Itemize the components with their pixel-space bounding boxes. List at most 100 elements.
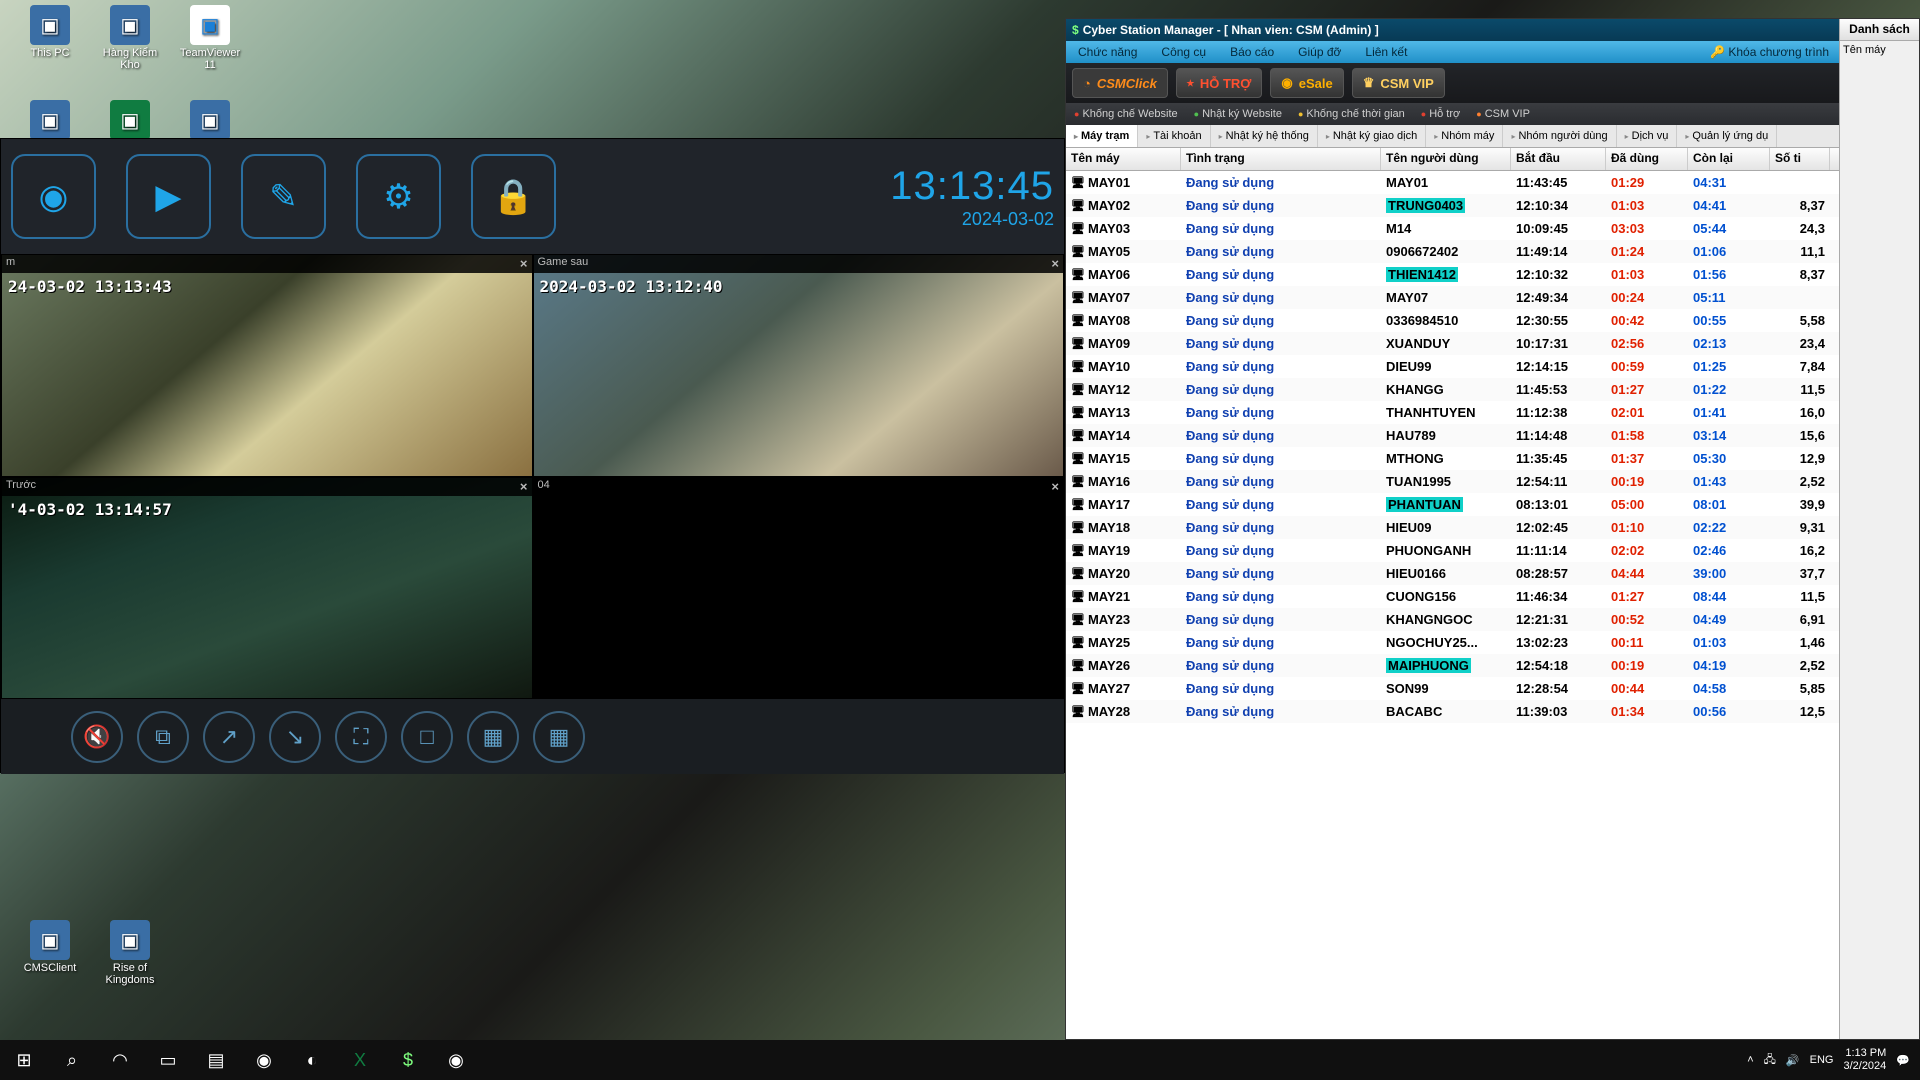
- start-button[interactable]: ⊞: [0, 1040, 48, 1080]
- table-row[interactable]: MAY05Đang sử dụng090667240211:49:1401:24…: [1066, 240, 1839, 263]
- table-row[interactable]: MAY16Đang sử dụngTUAN199512:54:1100:1901…: [1066, 470, 1839, 493]
- edit-icon[interactable]: ✎: [241, 154, 326, 239]
- table-row[interactable]: MAY26Đang sử dụngMAIPHUONG12:54:1800:190…: [1066, 654, 1839, 677]
- table-body[interactable]: MAY01Đang sử dụngMAY0111:43:4501:2904:31…: [1066, 171, 1839, 1039]
- taskview-icon[interactable]: ▭: [144, 1040, 192, 1080]
- table-row[interactable]: MAY18Đang sử dụngHIEU0912:02:4501:1002:2…: [1066, 516, 1839, 539]
- gear-icon[interactable]: ⚙: [356, 154, 441, 239]
- camera-feed-2[interactable]: Game sau×2024-03-02 13:12:40: [533, 254, 1065, 477]
- table-row[interactable]: MAY06Đang sử dụngTHIEN141212:10:3201:030…: [1066, 263, 1839, 286]
- table-row[interactable]: MAY07Đang sử dụngMAY0712:49:3400:2405:11: [1066, 286, 1839, 309]
- menu-item[interactable]: Chức năng: [1066, 45, 1149, 59]
- excel-icon[interactable]: X: [336, 1040, 384, 1080]
- menu-item[interactable]: Giúp đỡ: [1286, 45, 1353, 59]
- volume-icon[interactable]: 🔊: [1786, 1054, 1800, 1067]
- system-tray[interactable]: ˄ 🖧 🔊 ENG 1:13 PM3/2/2024 💬: [1747, 1047, 1920, 1073]
- single-view-icon[interactable]: □: [401, 711, 453, 763]
- network-icon[interactable]: 🖧: [1764, 1051, 1776, 1070]
- csm-taskbar-icon[interactable]: $: [384, 1040, 432, 1080]
- desktop-icon[interactable]: ▣CMSClient: [14, 920, 86, 974]
- browser-icon[interactable]: ◐: [288, 1040, 336, 1080]
- camera-feed-4[interactable]: 04×: [533, 477, 1065, 700]
- grid4-icon[interactable]: ▦: [467, 711, 519, 763]
- column-header[interactable]: Đã dùng: [1606, 148, 1688, 170]
- table-row[interactable]: MAY27Đang sử dụngSON9912:28:5400:4404:58…: [1066, 677, 1839, 700]
- close-icon[interactable]: ×: [1051, 479, 1059, 495]
- subtoolbar-item[interactable]: Hỗ trợ: [1413, 108, 1469, 120]
- table-row[interactable]: MAY14Đang sử dụngHAU78911:14:4801:5803:1…: [1066, 424, 1839, 447]
- play-icon[interactable]: ▶: [126, 154, 211, 239]
- subtoolbar-item[interactable]: Nhật ký Website: [1186, 108, 1290, 120]
- subtoolbar-item[interactable]: CSM VIP: [1468, 108, 1538, 120]
- tray-chevron-icon[interactable]: ˄: [1747, 1054, 1753, 1066]
- notifications-icon[interactable]: 💬: [1896, 1054, 1910, 1067]
- tab-0[interactable]: Máy trạm: [1066, 125, 1138, 148]
- close-icon[interactable]: ×: [1051, 256, 1059, 272]
- taskbar-clock[interactable]: 1:13 PM3/2/2024: [1843, 1047, 1886, 1073]
- table-row[interactable]: MAY15Đang sử dụngMTHONG11:35:4501:3705:3…: [1066, 447, 1839, 470]
- language-indicator[interactable]: ENG: [1810, 1054, 1834, 1066]
- search-icon[interactable]: ⌕: [48, 1040, 96, 1080]
- subtoolbar-item[interactable]: Khống chế Website: [1066, 108, 1186, 120]
- table-row[interactable]: MAY09Đang sử dụngXUANDUY10:17:3102:5602:…: [1066, 332, 1839, 355]
- table-row[interactable]: MAY10Đang sử dụngDIEU9912:14:1500:5901:2…: [1066, 355, 1839, 378]
- film-reel-icon[interactable]: ◉: [11, 154, 96, 239]
- camera-feed-1[interactable]: m×24-03-02 13:13:43: [1, 254, 533, 477]
- desktop-icon[interactable]: ▣Hàng Kiểm Kho: [94, 5, 166, 71]
- desktop-icon[interactable]: ▣This PC: [14, 5, 86, 59]
- csmclick-button[interactable]: ◔ CSMClick: [1072, 68, 1168, 98]
- table-row[interactable]: MAY28Đang sử dụngBACABC11:39:0301:3400:5…: [1066, 700, 1839, 723]
- cortana-icon[interactable]: ◠: [96, 1040, 144, 1080]
- calculator-icon[interactable]: ▤: [192, 1040, 240, 1080]
- esale-button[interactable]: ◉ eSale: [1270, 68, 1343, 98]
- table-row[interactable]: MAY25Đang sử dụngNGOCHUY25...13:02:2300:…: [1066, 631, 1839, 654]
- camera-feed-3[interactable]: Trước×'4-03-02 13:14:57: [1, 477, 533, 700]
- table-row[interactable]: MAY02Đang sử dụngTRUNG040312:10:3401:030…: [1066, 194, 1839, 217]
- close-icon[interactable]: ×: [520, 479, 528, 495]
- table-row[interactable]: MAY17Đang sử dụngPHANTUAN08:13:0105:0008…: [1066, 493, 1839, 516]
- desktop-icon[interactable]: ▣: [174, 100, 246, 142]
- table-row[interactable]: MAY20Đang sử dụngHIEU016608:28:5704:4439…: [1066, 562, 1839, 585]
- menu-item[interactable]: Công cụ: [1149, 45, 1218, 59]
- menu-item[interactable]: Báo cáo: [1218, 45, 1286, 59]
- tab-7[interactable]: Quản lý ứng dụ: [1677, 125, 1777, 147]
- table-row[interactable]: MAY03Đang sử dụngM1410:09:4503:0305:4424…: [1066, 217, 1839, 240]
- support-button[interactable]: ⭑ HỖ TRỢ: [1176, 68, 1263, 98]
- column-header[interactable]: Bắt đầu: [1511, 148, 1606, 170]
- table-row[interactable]: MAY13Đang sử dụngTHANHTUYEN11:12:3802:01…: [1066, 401, 1839, 424]
- table-row[interactable]: MAY08Đang sử dụng033698451012:30:5500:42…: [1066, 309, 1839, 332]
- column-header[interactable]: Còn lại: [1688, 148, 1770, 170]
- grid9-icon[interactable]: ▦: [533, 711, 585, 763]
- desktop-icon[interactable]: ▣TeamViewer 11: [174, 5, 246, 71]
- desktop-icon[interactable]: ▣: [94, 100, 166, 142]
- tab-3[interactable]: Nhật ký giao dịch: [1318, 125, 1426, 147]
- column-header[interactable]: Tên người dùng: [1381, 148, 1511, 170]
- tab-1[interactable]: Tài khoản: [1138, 125, 1210, 147]
- tab-6[interactable]: Dịch vụ: [1617, 125, 1678, 147]
- column-header[interactable]: Tình trạng: [1181, 148, 1381, 170]
- table-row[interactable]: MAY21Đang sử dụngCUONG15611:46:3401:2708…: [1066, 585, 1839, 608]
- mute-icon[interactable]: 🔇: [71, 711, 123, 763]
- snapshot-icon[interactable]: ⧉: [137, 711, 189, 763]
- column-header[interactable]: Tên máy: [1066, 148, 1181, 170]
- chrome-icon[interactable]: ◉: [432, 1040, 480, 1080]
- subtoolbar-item[interactable]: Khống chế thời gian: [1290, 108, 1413, 120]
- camera-app-icon[interactable]: ◉: [240, 1040, 288, 1080]
- lock-program-button[interactable]: 🔑 Khóa chương trình: [1710, 45, 1839, 59]
- lock-icon[interactable]: 🔒: [471, 154, 556, 239]
- vip-button[interactable]: ♛ CSM VIP: [1352, 68, 1445, 98]
- table-row[interactable]: MAY23Đang sử dụngKHANGNGOC12:21:3100:520…: [1066, 608, 1839, 631]
- tab-2[interactable]: Nhật ký hệ thống: [1211, 125, 1318, 147]
- column-header[interactable]: Số ti: [1770, 148, 1830, 170]
- tab-5[interactable]: Nhóm người dùng: [1503, 125, 1616, 147]
- table-row[interactable]: MAY12Đang sử dụngKHANGG11:45:5301:2701:2…: [1066, 378, 1839, 401]
- close-icon[interactable]: ×: [520, 256, 528, 272]
- table-row[interactable]: MAY19Đang sử dụngPHUONGANH11:11:1402:020…: [1066, 539, 1839, 562]
- export-icon[interactable]: ↗: [203, 711, 255, 763]
- menu-item[interactable]: Liên kết: [1353, 45, 1419, 59]
- import-icon[interactable]: ↘: [269, 711, 321, 763]
- desktop-icon[interactable]: ▣: [14, 100, 86, 142]
- desktop-icon[interactable]: ▣Rise of Kingdoms: [94, 920, 166, 986]
- fullscreen-icon[interactable]: ⛶: [335, 711, 387, 763]
- table-row[interactable]: MAY01Đang sử dụngMAY0111:43:4501:2904:31: [1066, 171, 1839, 194]
